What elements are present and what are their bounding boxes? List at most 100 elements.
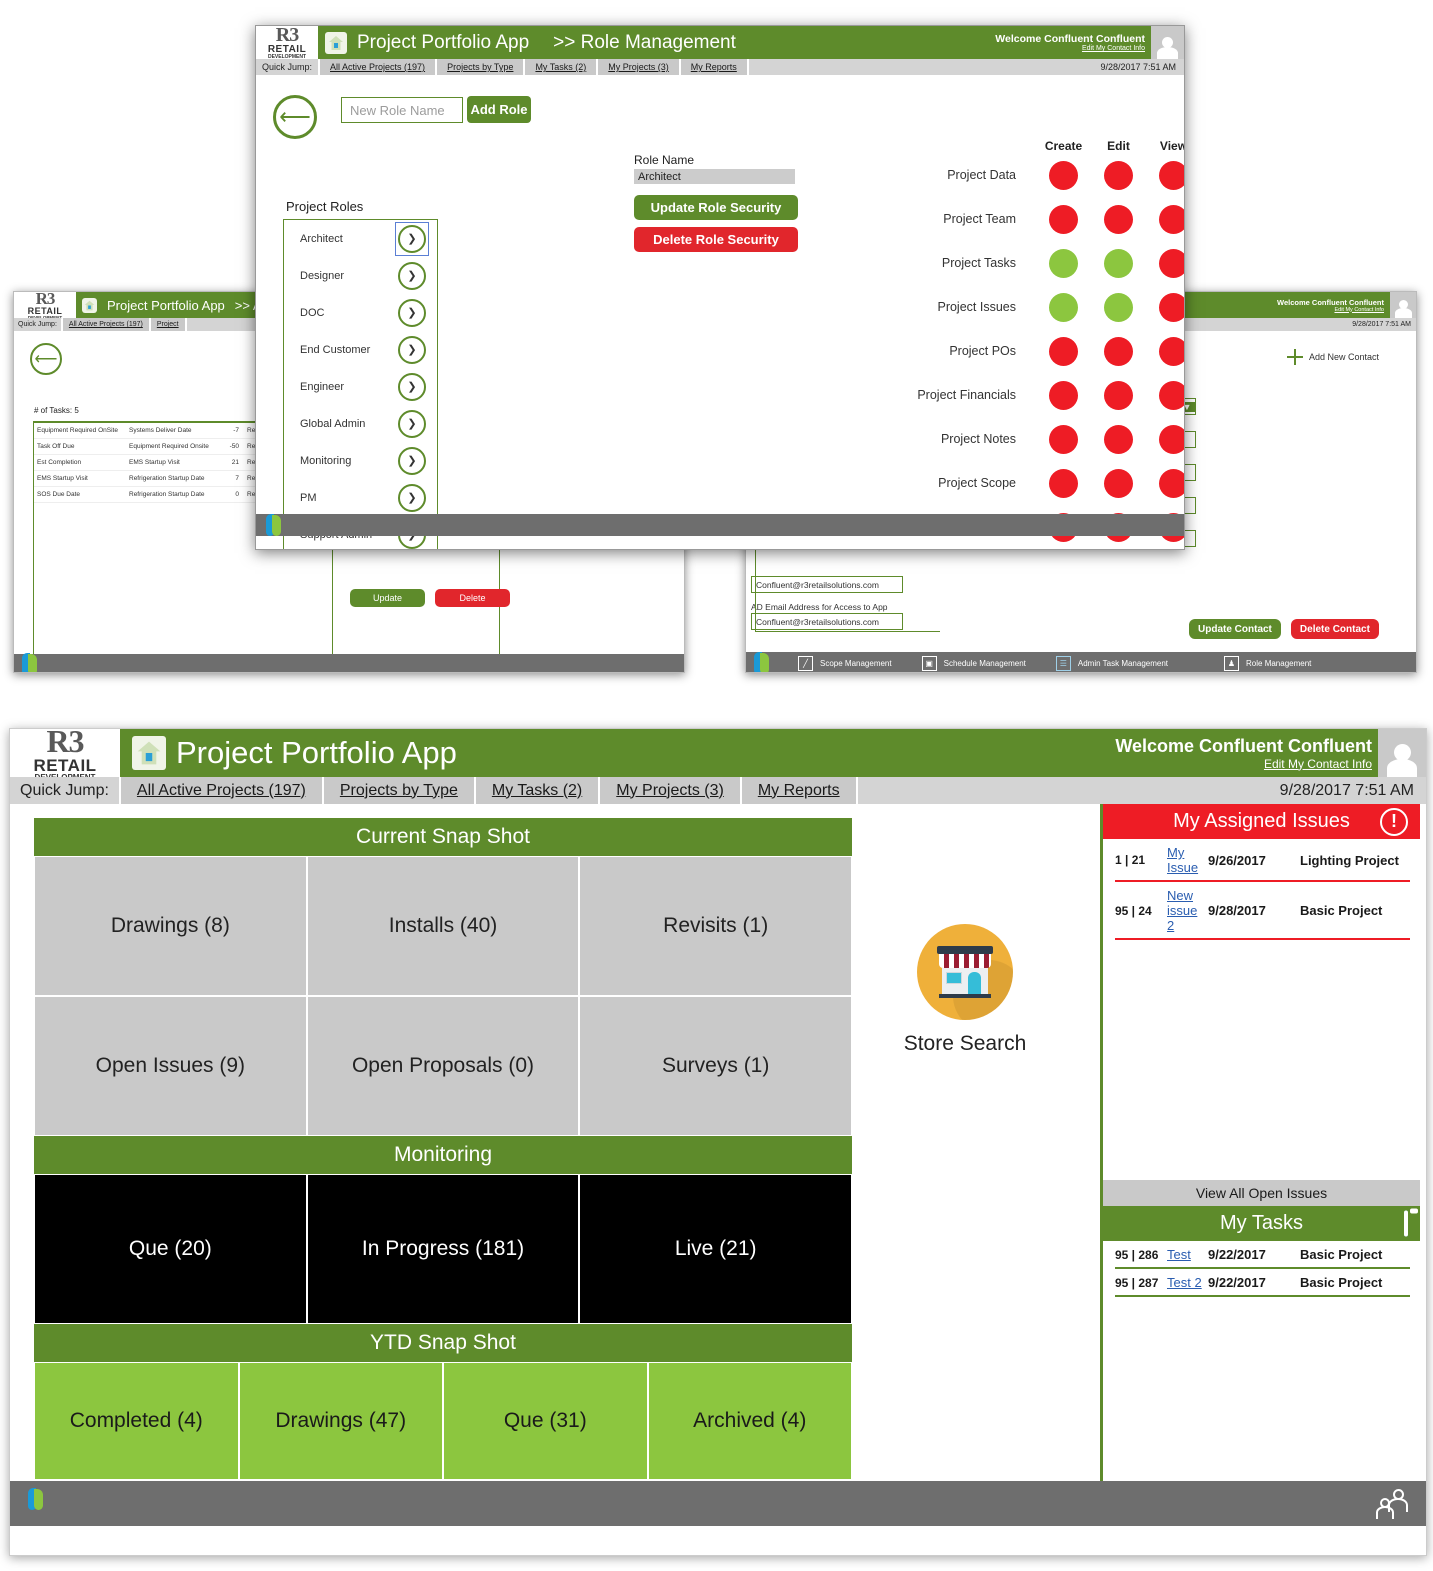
chevron-right-icon[interactable]: ❯: [398, 446, 426, 475]
permission-dot-red[interactable]: [1049, 424, 1078, 454]
perm-create[interactable]: [1036, 204, 1091, 234]
perm-edit[interactable]: [1091, 424, 1146, 454]
list-item[interactable]: PM ❯: [284, 479, 437, 516]
permission-dot-green[interactable]: [1049, 248, 1078, 278]
edit-contact-info-link[interactable]: Edit My Contact Info: [1277, 307, 1384, 313]
list-item[interactable]: 95 | 24 New issue 2 9/28/2017 Basic Proj…: [1103, 882, 1420, 938]
list-item[interactable]: Designer ❯: [284, 257, 437, 294]
back-button[interactable]: ⟵: [273, 95, 317, 139]
permission-dot-red[interactable]: [1159, 204, 1184, 234]
edit-contact-info-link[interactable]: Edit My Contact Info: [995, 45, 1145, 52]
home-icon[interactable]: [325, 31, 347, 54]
tile-revisits[interactable]: Revisits (1): [579, 856, 853, 996]
tab-my-reports[interactable]: My Reports: [680, 59, 747, 75]
chevron-right-icon[interactable]: ❯: [398, 483, 426, 512]
role-select-wrapper[interactable]: ❯: [395, 407, 429, 441]
list-item[interactable]: 1 | 21 My Issue 9/26/2017 Lighting Proje…: [1103, 839, 1420, 880]
chevron-right-icon[interactable]: ❯: [398, 298, 426, 327]
tile-in-progress[interactable]: In Progress (181): [306, 1174, 580, 1324]
tab-my-tasks[interactable]: My Tasks (2): [475, 777, 599, 804]
tab-projects-by-type[interactable]: Project: [150, 318, 185, 331]
edit-contact-info-link[interactable]: Edit My Contact Info: [1115, 757, 1372, 771]
tab-projects-by-type[interactable]: Projects by Type: [323, 777, 474, 804]
perm-edit[interactable]: [1091, 248, 1146, 278]
perm-edit[interactable]: [1091, 160, 1146, 190]
perm-create[interactable]: [1036, 292, 1091, 322]
role-select-wrapper[interactable]: ❯: [395, 333, 429, 367]
role-select-wrapper[interactable]: ❯: [395, 481, 429, 515]
tile-drawings-ytd[interactable]: Drawings (47): [238, 1362, 443, 1480]
list-item[interactable]: Monitoring ❯: [284, 442, 437, 479]
perm-view[interactable]: [1146, 204, 1184, 234]
permission-dot-red[interactable]: [1159, 468, 1184, 498]
view-all-open-issues-link[interactable]: View All Open Issues: [1103, 1180, 1420, 1206]
update-button[interactable]: Update: [350, 589, 425, 607]
permission-dot-red[interactable]: [1049, 468, 1078, 498]
list-item[interactable]: DOC ❯: [284, 294, 437, 331]
permission-dot-red[interactable]: [1049, 204, 1078, 234]
window-dashboard[interactable]: R3 RETAIL DEVELOPMENT Project Portfolio …: [9, 728, 1427, 1556]
new-role-name-input[interactable]: New Role Name: [341, 97, 463, 123]
perm-edit[interactable]: [1091, 204, 1146, 234]
permission-dot-red[interactable]: [1104, 336, 1133, 366]
avatar[interactable]: [1378, 729, 1426, 777]
permission-dot-red[interactable]: [1049, 160, 1078, 190]
tile-que[interactable]: Que (20): [34, 1174, 307, 1324]
ad-email-input[interactable]: Confluent@r3retailsolutions.com: [751, 613, 903, 630]
perm-view[interactable]: [1146, 468, 1184, 498]
list-item[interactable]: Engineer ❯: [284, 368, 437, 405]
issue-link[interactable]: New issue 2: [1167, 888, 1208, 933]
email-input[interactable]: Confluent@r3retailsolutions.com: [751, 576, 903, 593]
issue-link[interactable]: My Issue: [1167, 845, 1208, 875]
delete-role-security-button[interactable]: Delete Role Security: [634, 227, 798, 252]
perm-view[interactable]: [1146, 336, 1184, 366]
perm-edit[interactable]: [1091, 292, 1146, 322]
perm-edit[interactable]: [1091, 380, 1146, 410]
perm-view[interactable]: [1146, 424, 1184, 454]
people-icon[interactable]: [1362, 1488, 1408, 1519]
chevron-right-icon[interactable]: ❯: [398, 409, 426, 438]
chevron-right-icon[interactable]: ❯: [398, 335, 426, 364]
task-link[interactable]: Test 2: [1167, 1275, 1208, 1290]
list-item[interactable]: End Customer ❯: [284, 331, 437, 368]
permission-dot-red[interactable]: [1159, 248, 1184, 278]
tile-installs[interactable]: Installs (40): [306, 856, 580, 996]
perm-view[interactable]: [1146, 292, 1184, 322]
perm-edit[interactable]: [1091, 468, 1146, 498]
tile-surveys[interactable]: Surveys (1): [579, 996, 853, 1136]
permission-dot-red[interactable]: [1104, 160, 1133, 190]
home-icon[interactable]: [82, 297, 97, 313]
store-search-button[interactable]: Store Search: [890, 924, 1040, 1056]
perm-create[interactable]: [1036, 336, 1091, 366]
tile-open-proposals[interactable]: Open Proposals (0): [306, 996, 580, 1136]
tab-all-active-projects[interactable]: All Active Projects (197): [120, 777, 322, 804]
delete-contact-button[interactable]: Delete Contact: [1290, 619, 1379, 639]
permission-dot-green[interactable]: [1104, 292, 1133, 322]
chevron-right-icon[interactable]: ❯: [398, 372, 426, 401]
list-item[interactable]: 95 | 287 Test 2 9/22/2017 Basic Project: [1103, 1269, 1420, 1295]
permission-dot-red[interactable]: [1159, 336, 1184, 366]
perm-view[interactable]: [1146, 248, 1184, 278]
delete-button[interactable]: Delete: [435, 589, 510, 607]
permission-dot-red[interactable]: [1104, 424, 1133, 454]
role-select-wrapper[interactable]: ❯: [395, 444, 429, 478]
role-select-wrapper[interactable]: ❯: [395, 221, 429, 256]
perm-create[interactable]: [1036, 160, 1091, 190]
tile-live[interactable]: Live (21): [579, 1174, 853, 1324]
update-contact-button[interactable]: Update Contact: [1189, 619, 1281, 639]
tab-all-active-projects[interactable]: All Active Projects (197): [62, 318, 149, 331]
perm-edit[interactable]: [1091, 336, 1146, 366]
perm-create[interactable]: [1036, 424, 1091, 454]
permission-dot-red[interactable]: [1159, 424, 1184, 454]
permission-dot-green[interactable]: [1049, 292, 1078, 322]
update-role-security-button[interactable]: Update Role Security: [634, 195, 798, 220]
perm-create[interactable]: [1036, 468, 1091, 498]
permission-dot-red[interactable]: [1104, 204, 1133, 234]
permission-dot-red[interactable]: [1049, 380, 1078, 410]
chevron-right-icon[interactable]: ❯: [398, 261, 426, 290]
tile-que-ytd[interactable]: Que (31): [443, 1362, 648, 1480]
tile-completed[interactable]: Completed (4): [34, 1362, 239, 1480]
tile-drawings[interactable]: Drawings (8): [34, 856, 307, 996]
chevron-right-icon[interactable]: ❯: [398, 224, 426, 253]
tab-my-reports[interactable]: My Reports: [741, 777, 856, 804]
